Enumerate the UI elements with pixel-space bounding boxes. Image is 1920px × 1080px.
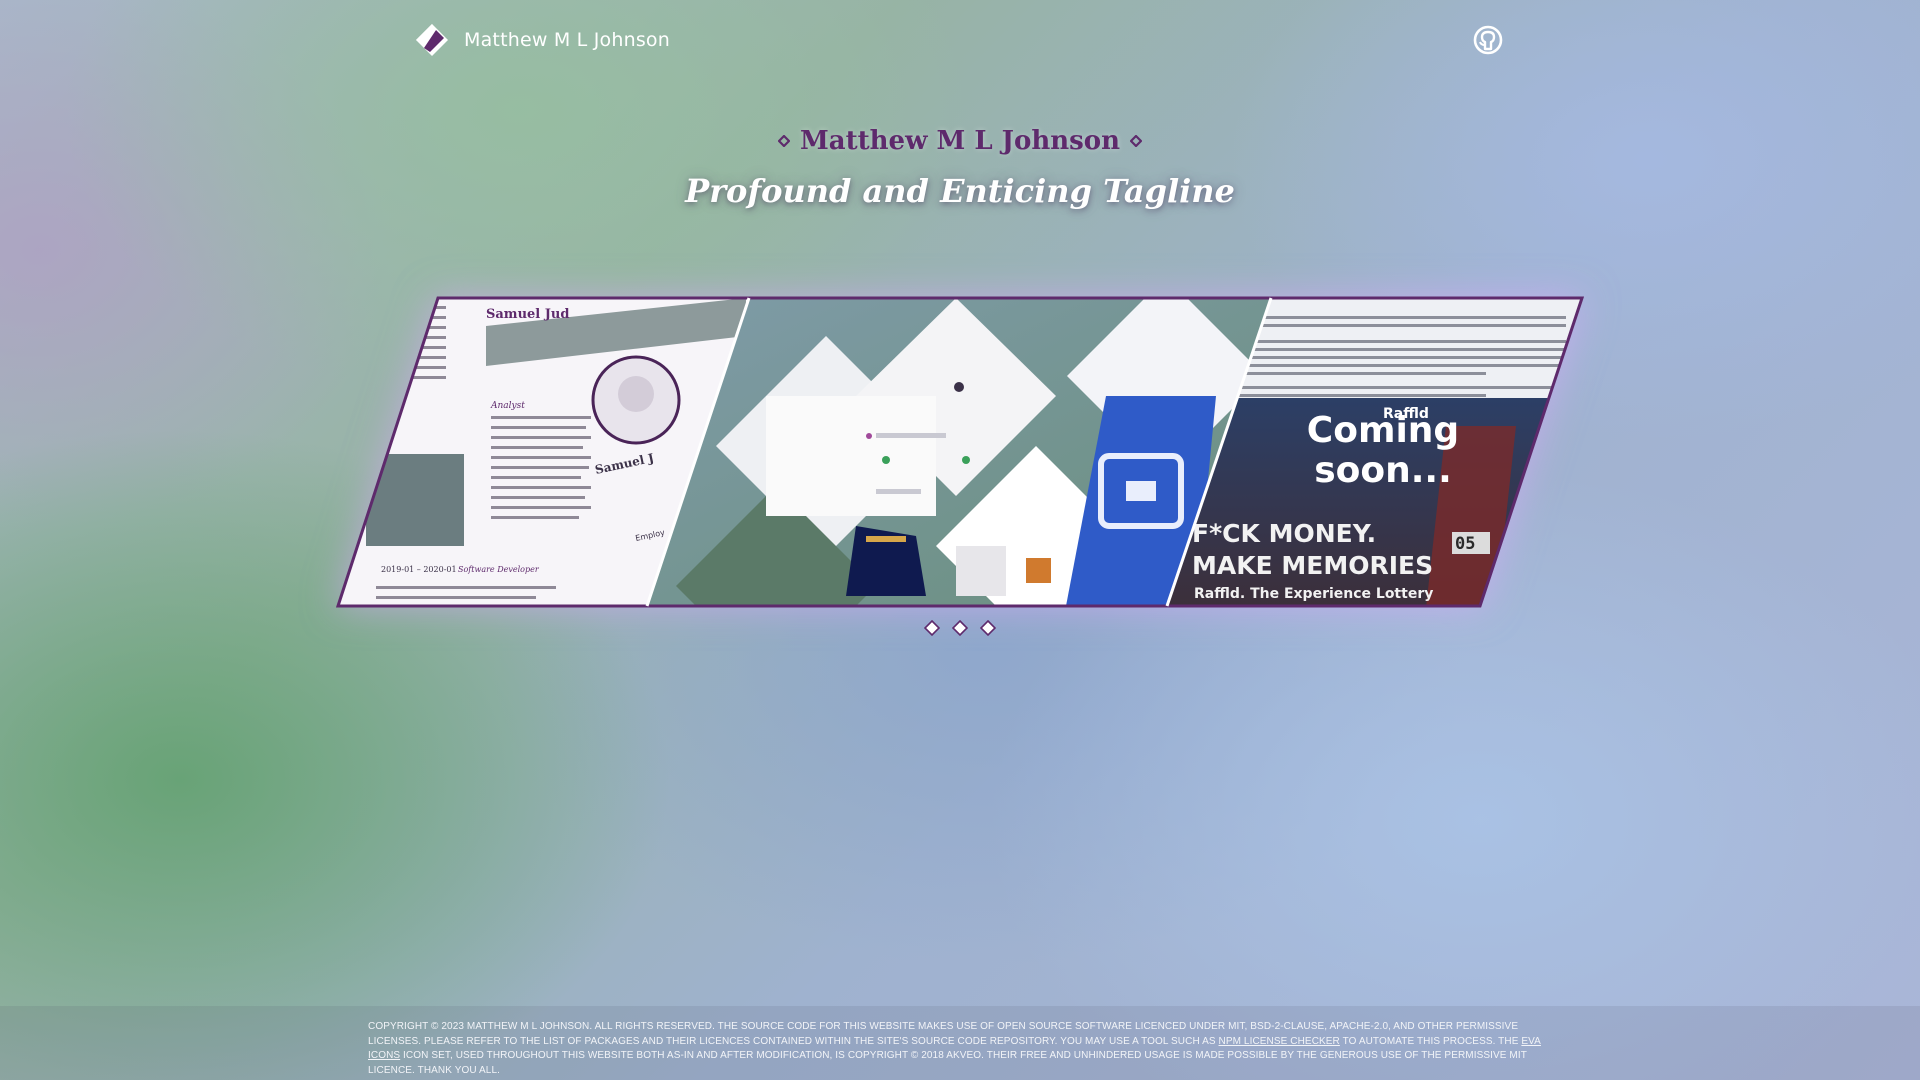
- brand-link[interactable]: Matthew M L Johnson: [414, 22, 670, 58]
- hero-tagline: Profound and Enticing Tagline: [685, 172, 1235, 210]
- github-icon[interactable]: [1472, 24, 1504, 56]
- copyright-text-3: icon set, used throughout this website b…: [368, 1050, 1527, 1076]
- diamond-icon: [777, 135, 790, 147]
- diamond-logo-icon: [416, 24, 448, 56]
- copyright-text-2: to automate this process. The: [1339, 1035, 1522, 1047]
- carousel-dot-3[interactable]: [980, 620, 996, 636]
- resume-role: Analyst: [490, 401, 525, 411]
- carousel-dot-2[interactable]: [952, 620, 968, 636]
- raffld-headline-2: MAKE MEMORIES: [1192, 551, 1433, 580]
- site-footer: Copyright © 2023 Matthew M L Johnson. Al…: [0, 1006, 1920, 1080]
- raffld-soon: soon...: [1314, 450, 1452, 491]
- diamond-icon: [1130, 135, 1143, 147]
- carousel-dot-1[interactable]: [924, 620, 940, 636]
- hero-name: Matthew M L Johnson: [799, 126, 1121, 156]
- carousel-frame: Samuel Jud Analyst Samuel J 2019-01 – 20…: [336, 296, 1584, 608]
- raffld-headline-1: F*CK MONEY.: [1192, 519, 1376, 548]
- carousel-svg: Samuel Jud Analyst Samuel J 2019-01 – 20…: [336, 296, 1584, 608]
- hero-title: Matthew M L Johnson: [0, 126, 1920, 156]
- raffld-coming: Coming: [1307, 410, 1459, 451]
- npm-license-checker-link[interactable]: npm license checker: [1219, 1036, 1340, 1047]
- copyright-notice: Copyright © 2023 Matthew M L Johnson. Al…: [368, 1020, 1552, 1078]
- site-header: Matthew M L Johnson: [0, 0, 1920, 80]
- raffld-slogan: Raffld. The Experience Lottery: [1194, 586, 1433, 602]
- raffld-countdown: 05: [1455, 534, 1475, 554]
- resume-date: 2019-01 – 2020-01: [381, 565, 457, 574]
- brand-name: Matthew M L Johnson: [464, 29, 670, 51]
- resume-name: Samuel Jud: [486, 307, 569, 322]
- carousel-indicators: [0, 620, 1920, 636]
- resume-job: Software Developer: [458, 565, 540, 574]
- project-carousel[interactable]: Samuel Jud Analyst Samuel J 2019-01 – 20…: [336, 296, 1584, 608]
